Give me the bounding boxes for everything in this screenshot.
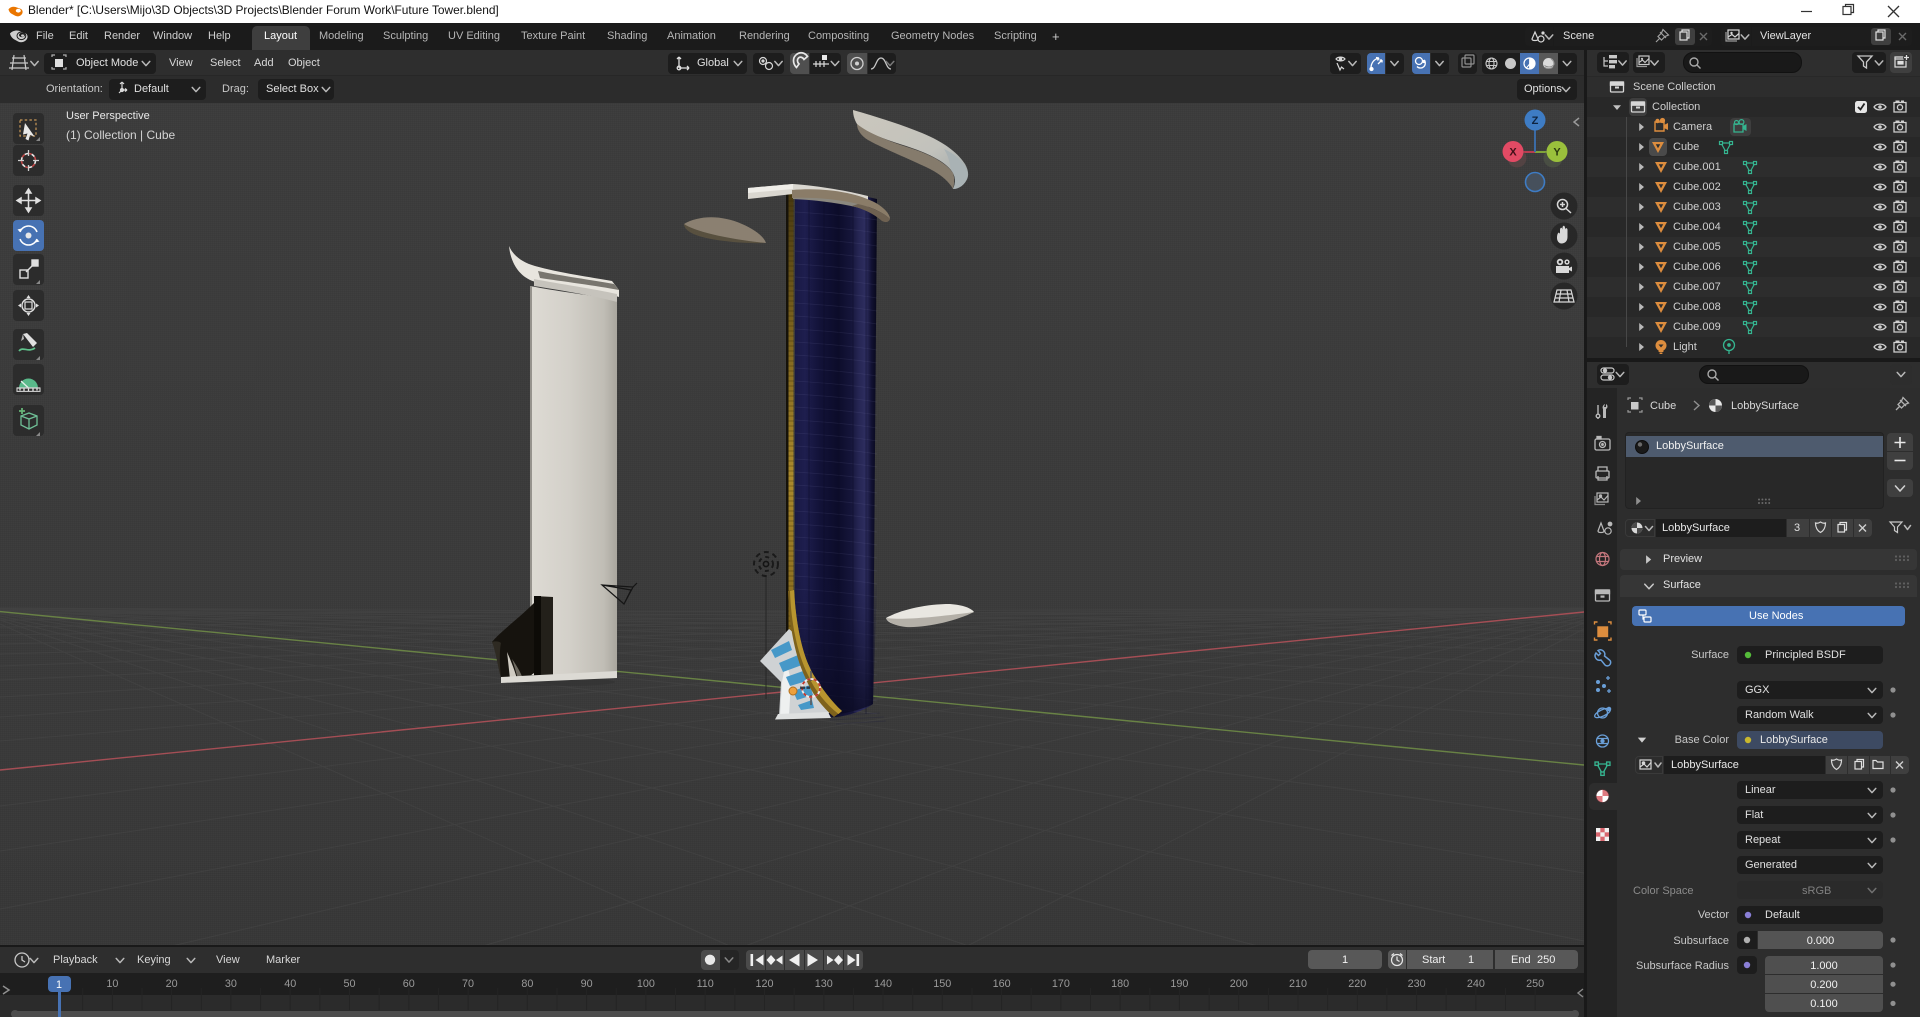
svg-text:X: X — [1509, 147, 1517, 159]
svg-text:Y: Y — [1553, 147, 1561, 159]
svg-text:Z: Z — [1532, 115, 1539, 127]
